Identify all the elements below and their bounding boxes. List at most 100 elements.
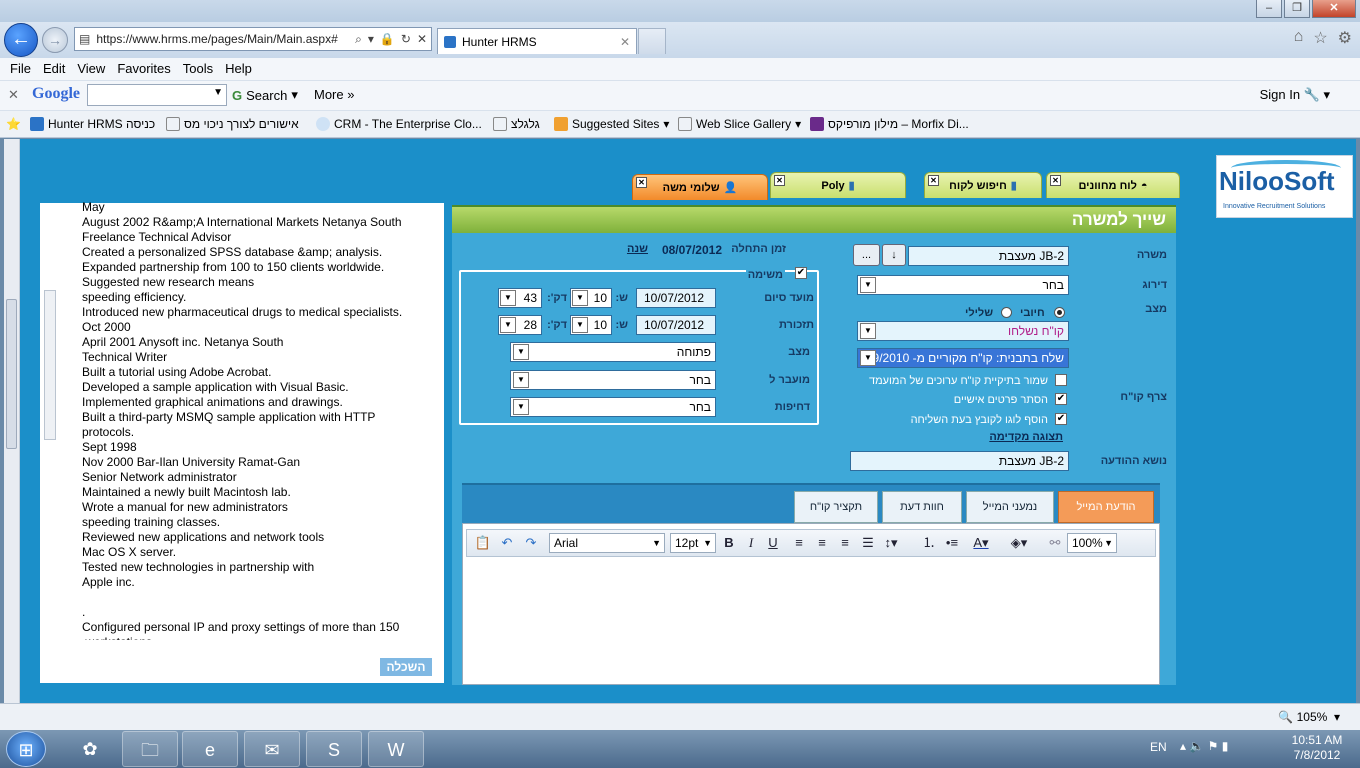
- close-toolbar-icon[interactable]: ✕: [8, 87, 19, 103]
- menu-favorites[interactable]: Favorites: [111, 58, 176, 80]
- add-logo-checkbox[interactable]: ✔: [1055, 413, 1067, 425]
- tab-cv-summary[interactable]: תקציר קו"ח: [794, 491, 878, 523]
- menu-help[interactable]: Help: [219, 58, 258, 80]
- chevron-down-icon[interactable]: ▼: [513, 372, 529, 388]
- italic-icon[interactable]: I: [741, 534, 761, 552]
- tab-opinion[interactable]: חוות דעת: [882, 491, 962, 523]
- bullet-list-icon[interactable]: •≡: [942, 534, 962, 552]
- font-size-select[interactable]: 12pt ▼: [670, 533, 716, 553]
- job-field[interactable]: JB-2 מעצבת: [908, 246, 1069, 266]
- template-select[interactable]: שלח בתבנית: קו"ח מקוריים מ- 09/2010: [857, 348, 1069, 368]
- restore-button[interactable]: ❐: [1284, 0, 1310, 18]
- status-select[interactable]: קו"ח נשלחו: [857, 321, 1069, 341]
- scrollbar-thumb[interactable]: [6, 299, 17, 449]
- new-tab-button[interactable]: [638, 28, 666, 54]
- fav-morfix[interactable]: מילון מורפיקס – Morfix Di...: [810, 117, 969, 131]
- line-height-icon[interactable]: ↕▾: [881, 534, 901, 552]
- tab-customer-search[interactable]: ✕ ▮ חיפוש לקוח: [924, 172, 1042, 198]
- priority-select[interactable]: בחר: [510, 397, 716, 417]
- font-select[interactable]: Arial ▼: [549, 533, 665, 553]
- clock[interactable]: 10:51 AM 7/8/2012: [1282, 733, 1352, 763]
- justify-icon[interactable]: ☰: [858, 534, 878, 552]
- fav-hunter-hrms[interactable]: Hunter HRMS כניסה: [30, 117, 155, 131]
- task-checkbox[interactable]: ✔: [795, 267, 807, 279]
- url-text[interactable]: https://www.hrms.me/pages/Main/Main.aspx…: [96, 32, 349, 46]
- browser-tab[interactable]: Hunter HRMS ✕: [437, 28, 637, 54]
- positive-radio[interactable]: [1054, 307, 1065, 318]
- favorites-star-icon[interactable]: ⭐: [6, 117, 21, 131]
- fav-tax[interactable]: אישורים לצורך ניכוי מס: [166, 117, 299, 131]
- subject-field[interactable]: JB-2 מעצבת: [850, 451, 1069, 471]
- language-indicator[interactable]: EN: [1150, 740, 1167, 754]
- down-button[interactable]: ↓: [882, 244, 906, 266]
- menu-edit[interactable]: Edit: [37, 58, 71, 80]
- close-tab-icon[interactable]: ✕: [928, 175, 939, 186]
- underline-icon[interactable]: U: [763, 534, 783, 552]
- align-left-icon[interactable]: ≡: [789, 534, 809, 552]
- paste-icon[interactable]: 📋: [473, 534, 493, 552]
- address-bar[interactable]: ▤ https://www.hrms.me/pages/Main/Main.as…: [74, 27, 432, 51]
- chevron-down-icon[interactable]: ▼: [860, 277, 876, 293]
- chevron-down-icon[interactable]: ▼: [500, 290, 516, 306]
- skype-icon[interactable]: S: [306, 731, 362, 767]
- refresh-icon[interactable]: ↻: [401, 32, 411, 46]
- save-edited-checkbox[interactable]: [1055, 374, 1067, 386]
- menu-tools[interactable]: Tools: [177, 58, 219, 80]
- outlook-icon[interactable]: ✉: [244, 731, 300, 767]
- redo-icon[interactable]: ↷: [521, 534, 541, 552]
- menu-file[interactable]: File: [4, 58, 37, 80]
- assigned-select[interactable]: בחר: [510, 370, 716, 390]
- fav-web-slice-gallery[interactable]: Web Slice Gallery ▾: [678, 117, 801, 131]
- sign-in-link[interactable]: Sign In 🔧 ▾: [1260, 87, 1330, 103]
- close-tab-icon[interactable]: ✕: [636, 177, 647, 188]
- home-icon[interactable]: ⌂: [1294, 28, 1304, 48]
- rating-select[interactable]: בחר: [857, 275, 1069, 295]
- numbered-list-icon[interactable]: ⒈: [919, 534, 939, 552]
- flower-app-icon[interactable]: ✿: [62, 731, 118, 767]
- chevron-down-icon[interactable]: ▼: [572, 317, 588, 333]
- link-icon[interactable]: ⚯: [1045, 534, 1065, 552]
- fav-crm[interactable]: CRM - The Enterprise Clo...: [316, 117, 482, 131]
- hide-details-checkbox[interactable]: ✔: [1055, 393, 1067, 405]
- tab-dashboard[interactable]: ✕ ◓ לוח מחוונים: [1046, 172, 1180, 198]
- education-button[interactable]: השכלה: [380, 658, 432, 676]
- fav-suggested-sites[interactable]: Suggested Sites ▾: [554, 117, 669, 131]
- word-icon[interactable]: W: [368, 731, 424, 767]
- zoom-select[interactable]: 100% ▼: [1067, 533, 1117, 553]
- tab-candidate[interactable]: ✕ 👤 שלומי משה: [632, 174, 768, 200]
- menu-view[interactable]: View: [71, 58, 111, 80]
- chevron-down-icon[interactable]: ▼: [513, 399, 529, 415]
- internet-explorer-icon[interactable]: e: [182, 731, 238, 767]
- lock-icon[interactable]: 🔒: [380, 32, 395, 46]
- more-button[interactable]: More »: [314, 87, 354, 102]
- chevron-down-icon[interactable]: ▼: [860, 323, 876, 339]
- google-search-input[interactable]: ▼: [87, 84, 227, 106]
- search-icon[interactable]: ⌕: [355, 32, 362, 47]
- browse-button[interactable]: ...: [853, 244, 880, 266]
- align-center-icon[interactable]: ≡: [812, 534, 832, 552]
- highlight-icon[interactable]: ◈▾: [1009, 534, 1029, 552]
- task-status-select[interactable]: פתוחה: [510, 342, 716, 362]
- align-right-icon[interactable]: ≡: [835, 534, 855, 552]
- dropdown-icon[interactable]: ▾: [368, 32, 374, 46]
- close-window-button[interactable]: ✕: [1312, 0, 1356, 18]
- page-scrollbar[interactable]: [4, 139, 20, 703]
- tab-mail-recipients[interactable]: נמעני המייל: [966, 491, 1054, 523]
- start-button[interactable]: ⊞: [6, 731, 46, 767]
- settings-gear-icon[interactable]: ⚙: [1338, 28, 1352, 48]
- preview-link[interactable]: תצוגה מקדימה: [989, 431, 1063, 443]
- back-button[interactable]: ←: [4, 23, 38, 57]
- google-search-button[interactable]: G Search ▾: [232, 87, 298, 103]
- forward-button[interactable]: →: [42, 27, 68, 53]
- chevron-down-icon[interactable]: ▼: [513, 344, 529, 360]
- tray-icons[interactable]: ▴ 🔈 ⚑ ▮: [1180, 739, 1228, 753]
- close-tab-icon[interactable]: ✕: [774, 175, 785, 186]
- cv-panel-scrollbar[interactable]: [44, 290, 56, 440]
- close-tab-icon[interactable]: ✕: [620, 35, 630, 49]
- due-date-field[interactable]: 10/07/2012: [636, 288, 716, 308]
- favorites-star-icon[interactable]: ☆: [1313, 28, 1327, 48]
- reminder-date-field[interactable]: 10/07/2012: [636, 315, 716, 335]
- tab-mail-message[interactable]: הודעת המייל: [1058, 491, 1154, 523]
- close-tab-icon[interactable]: ✕: [1050, 175, 1061, 186]
- stop-icon[interactable]: ✕: [417, 32, 427, 46]
